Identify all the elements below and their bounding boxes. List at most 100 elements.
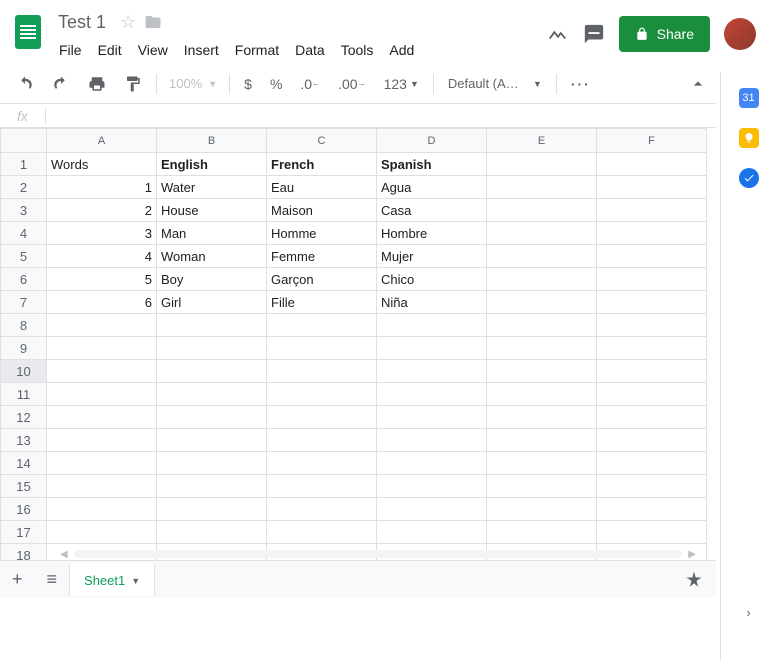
cell[interactable] — [47, 406, 157, 429]
cell[interactable]: Niña — [377, 291, 487, 314]
cell[interactable] — [597, 199, 707, 222]
sheets-logo[interactable] — [8, 12, 48, 52]
cell[interactable] — [157, 383, 267, 406]
menu-format[interactable]: Format — [228, 38, 286, 62]
cell[interactable] — [597, 222, 707, 245]
horizontal-scrollbar[interactable]: ◀▶ — [60, 548, 696, 560]
cell[interactable]: 3 — [47, 222, 157, 245]
menu-tools[interactable]: Tools — [334, 38, 381, 62]
row-header[interactable]: 2 — [1, 176, 47, 199]
cell[interactable] — [377, 406, 487, 429]
cell[interactable]: Agua — [377, 176, 487, 199]
column-header-A[interactable]: A — [47, 129, 157, 153]
cell[interactable]: Girl — [157, 291, 267, 314]
row-header[interactable]: 10 — [1, 360, 47, 383]
cell[interactable]: 2 — [47, 199, 157, 222]
cell[interactable] — [597, 406, 707, 429]
row-header[interactable]: 16 — [1, 498, 47, 521]
cell[interactable] — [47, 475, 157, 498]
paint-format-button[interactable] — [116, 69, 150, 99]
side-panel-expand-icon[interactable]: › — [746, 605, 750, 620]
cell[interactable] — [157, 429, 267, 452]
move-folder-icon[interactable] — [144, 13, 162, 31]
cell[interactable]: Hombre — [377, 222, 487, 245]
row-header[interactable]: 3 — [1, 199, 47, 222]
cell[interactable] — [597, 498, 707, 521]
cell[interactable]: Words — [47, 153, 157, 176]
cell[interactable] — [487, 199, 597, 222]
cell[interactable] — [157, 452, 267, 475]
cell[interactable] — [597, 176, 707, 199]
cell[interactable] — [47, 429, 157, 452]
cell[interactable] — [267, 360, 377, 383]
cell[interactable] — [267, 475, 377, 498]
cell[interactable] — [377, 337, 487, 360]
decrease-decimal-button[interactable]: .0← — [292, 70, 328, 98]
collapse-toolbar-button[interactable] — [688, 74, 708, 94]
cell[interactable]: House — [157, 199, 267, 222]
sheet-tab[interactable]: Sheet1 ▼ — [69, 563, 155, 596]
add-sheet-button[interactable]: + — [0, 561, 35, 598]
tasks-icon[interactable] — [739, 168, 759, 188]
cell[interactable]: Eau — [267, 176, 377, 199]
row-header[interactable]: 18 — [1, 544, 47, 561]
menu-edit[interactable]: Edit — [91, 38, 129, 62]
cell[interactable] — [377, 383, 487, 406]
zoom-select[interactable]: 100% ▼ — [163, 72, 223, 95]
row-header[interactable]: 12 — [1, 406, 47, 429]
cell[interactable] — [597, 291, 707, 314]
more-tools-button[interactable]: ··· — [563, 70, 599, 98]
cell[interactable] — [267, 429, 377, 452]
cell[interactable]: 1 — [47, 176, 157, 199]
row-header[interactable]: 17 — [1, 521, 47, 544]
row-header[interactable]: 14 — [1, 452, 47, 475]
cell[interactable] — [487, 383, 597, 406]
cell[interactable] — [47, 360, 157, 383]
cell[interactable] — [487, 475, 597, 498]
cell[interactable] — [487, 452, 597, 475]
cell[interactable]: Water — [157, 176, 267, 199]
cell[interactable] — [597, 153, 707, 176]
cell[interactable] — [487, 521, 597, 544]
comments-icon[interactable] — [583, 23, 605, 45]
cell[interactable] — [157, 314, 267, 337]
cell[interactable] — [487, 291, 597, 314]
cell[interactable] — [487, 337, 597, 360]
menu-file[interactable]: File — [52, 38, 89, 62]
cell[interactable] — [487, 176, 597, 199]
cell[interactable]: Garçon — [267, 268, 377, 291]
cell[interactable] — [157, 498, 267, 521]
row-header[interactable]: 9 — [1, 337, 47, 360]
cell[interactable]: Woman — [157, 245, 267, 268]
cell[interactable] — [267, 452, 377, 475]
cell[interactable] — [487, 360, 597, 383]
cell[interactable] — [267, 383, 377, 406]
explore-button[interactable] — [684, 570, 704, 590]
cell[interactable] — [267, 406, 377, 429]
menu-data[interactable]: Data — [288, 38, 332, 62]
font-select[interactable]: Default (Ari...▼ — [440, 72, 550, 95]
row-header[interactable]: 13 — [1, 429, 47, 452]
user-avatar[interactable] — [724, 18, 756, 50]
star-icon[interactable]: ☆ — [120, 12, 136, 33]
column-header-E[interactable]: E — [487, 129, 597, 153]
row-header[interactable]: 11 — [1, 383, 47, 406]
cell[interactable]: Boy — [157, 268, 267, 291]
currency-button[interactable]: $ — [236, 70, 260, 98]
cell[interactable] — [487, 268, 597, 291]
document-title[interactable]: Test 1 — [52, 10, 112, 35]
cell[interactable] — [157, 360, 267, 383]
cell[interactable] — [597, 337, 707, 360]
cell[interactable] — [487, 406, 597, 429]
cell[interactable] — [377, 429, 487, 452]
cell[interactable]: 4 — [47, 245, 157, 268]
cell[interactable] — [377, 314, 487, 337]
cell[interactable]: Casa — [377, 199, 487, 222]
menu-add[interactable]: Add — [382, 38, 421, 62]
sheet-tab-menu-icon[interactable]: ▼ — [131, 576, 140, 586]
row-header[interactable]: 7 — [1, 291, 47, 314]
row-header[interactable]: 1 — [1, 153, 47, 176]
cell[interactable]: Man — [157, 222, 267, 245]
undo-button[interactable] — [8, 69, 42, 99]
column-header-F[interactable]: F — [597, 129, 707, 153]
